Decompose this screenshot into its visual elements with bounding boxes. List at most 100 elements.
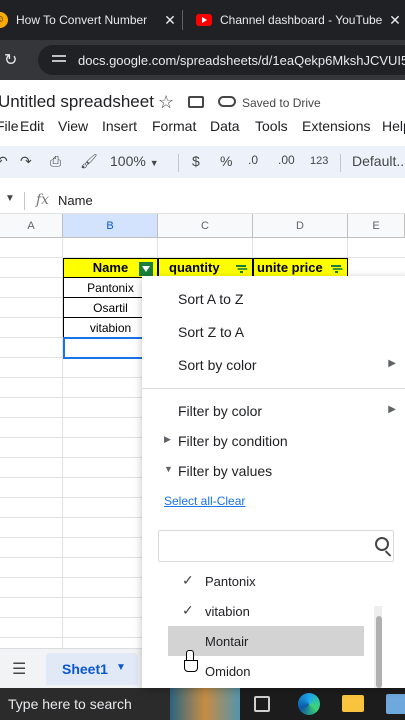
menu-sort-z-to-a[interactable]: Sort Z to A — [142, 317, 405, 347]
print-icon[interactable]: ⎙ — [50, 153, 61, 170]
decrease-decimal-button[interactable]: .0 — [248, 153, 258, 167]
sheet-tab-label: Sheet1 — [62, 661, 108, 677]
submenu-arrow-icon: ▶ — [388, 358, 396, 369]
tab-title: Channel dashboard - YouTube Studio — [220, 13, 385, 27]
menu-edit[interactable]: Edit — [20, 118, 44, 134]
close-tab-icon[interactable]: ✕ — [160, 12, 180, 29]
star-icon[interactable]: ☆ — [158, 92, 174, 113]
toolbar-separator — [340, 154, 341, 172]
menu-label: Filter by color — [178, 403, 263, 419]
browser-tab-convert-number[interactable]: ☺ How To Convert Number ✕ — [0, 0, 180, 40]
header-cell-name[interactable]: Name — [63, 258, 158, 278]
caret-right-icon: ▶ — [164, 434, 171, 444]
clear-link[interactable]: Clear — [217, 494, 246, 508]
tab-title: How To Convert Number — [16, 13, 148, 27]
search-highlight-image — [170, 688, 240, 720]
menu-file[interactable]: File — [0, 118, 19, 134]
redo-icon[interactable]: ↷ — [20, 153, 32, 170]
menu-sort-a-to-z[interactable]: Sort A to Z — [142, 284, 405, 314]
sheet-tab-sheet1[interactable]: Sheet1 ▼ — [46, 653, 138, 685]
menu-label: Sort A to Z — [178, 291, 244, 307]
menu-view[interactable]: View — [58, 118, 88, 134]
browser-tab-strip: ☺ How To Convert Number ✕ Channel dashbo… — [0, 0, 405, 40]
formula-separator — [24, 192, 25, 210]
menu-extensions[interactable]: Extensions — [302, 118, 370, 134]
filter-value-label: Omidon — [205, 664, 251, 679]
hand-cursor-icon — [184, 650, 198, 672]
checkmark-icon: ✓ — [182, 572, 194, 588]
search-icon — [375, 537, 389, 551]
emoji-favicon-icon: ☺ — [0, 12, 8, 28]
screen: ☺ How To Convert Number ✕ Channel dashbo… — [0, 0, 405, 720]
taskbar-search-placeholder: Type here to search — [8, 696, 132, 712]
menu-insert[interactable]: Insert — [102, 118, 137, 134]
edge-browser-icon[interactable] — [298, 693, 320, 715]
move-folder-icon[interactable] — [188, 96, 204, 108]
font-select[interactable]: Default... — [352, 153, 405, 169]
column-header-c[interactable]: C — [158, 214, 253, 238]
filter-icon[interactable] — [236, 265, 246, 273]
currency-format-button[interactable]: $ — [192, 153, 200, 169]
document-title[interactable]: Untitled spreadsheet — [0, 92, 154, 112]
menu-label: Filter by condition — [178, 433, 288, 449]
filter-value-item[interactable]: ✓ Pantonix — [168, 566, 364, 596]
menu-tools[interactable]: Tools — [255, 118, 288, 134]
menu-divider — [142, 388, 405, 389]
url-text: docs.google.com/spreadsheets/d/1eaQekp6M… — [78, 52, 405, 68]
formula-input[interactable]: Name — [58, 193, 93, 208]
menu-sort-by-color[interactable]: Sort by color ▶ — [142, 350, 405, 380]
number-format-button[interactable]: 123 — [310, 155, 328, 167]
scrollbar-thumb[interactable] — [376, 616, 382, 688]
file-explorer-icon[interactable] — [342, 695, 364, 712]
column-header-e[interactable]: E — [348, 214, 405, 238]
menu-data[interactable]: Data — [210, 118, 240, 134]
increase-decimal-button[interactable]: .00 — [278, 153, 295, 167]
menu-filter-by-values[interactable]: ▼ Filter by values — [142, 456, 405, 486]
menu-help[interactable]: Help — [382, 118, 405, 134]
pinned-app-icon[interactable] — [386, 694, 405, 714]
reload-icon[interactable]: ↻ — [4, 50, 17, 70]
toolbar: ↶ ↷ ⎙ 🖌 100% ▼ $ % .0 .00 123 Default... — [0, 146, 405, 178]
close-tab-icon[interactable]: ✕ — [385, 12, 405, 29]
cloud-icon — [218, 96, 236, 107]
header-cell-quantity[interactable]: quantity — [158, 258, 253, 278]
tab-separator — [182, 10, 183, 30]
menu-format[interactable]: Format — [152, 118, 196, 134]
select-clear-links: Select all-Clear — [164, 494, 245, 508]
task-view-icon[interactable] — [254, 696, 270, 712]
filter-search-input[interactable] — [158, 530, 394, 562]
menu-bar: File Edit View Insert Format Data Tools … — [0, 116, 405, 136]
chevron-down-icon: ▼ — [149, 158, 159, 168]
formula-bar: ▼ fx Name — [0, 188, 405, 214]
select-all-link[interactable]: Select all — [164, 494, 213, 508]
header-cell-unit-price[interactable]: unite price — [253, 258, 348, 278]
address-bar: ↻ docs.google.com/spreadsheets/d/1eaQekp… — [0, 40, 405, 80]
site-info-icon[interactable] — [52, 53, 66, 67]
filter-value-item[interactable]: ✓ vitabion — [168, 596, 364, 626]
all-sheets-icon[interactable]: ☰ — [12, 659, 26, 679]
header-name-label: Name — [92, 260, 129, 275]
column-header-b[interactable]: B — [63, 214, 158, 238]
column-header-d[interactable]: D — [253, 214, 348, 238]
filter-active-icon[interactable] — [139, 262, 153, 276]
caret-down-icon: ▼ — [164, 464, 173, 474]
column-header-a[interactable]: A — [0, 214, 63, 238]
filter-dropdown-menu: Sort A to Z Sort Z to A Sort by color ▶ … — [142, 276, 405, 688]
paint-format-icon[interactable]: 🖌 — [80, 153, 98, 170]
menu-label: Filter by values — [178, 463, 273, 479]
url-field[interactable]: docs.google.com/spreadsheets/d/1eaQekp6M… — [38, 45, 405, 75]
browser-tab-youtube-studio[interactable]: Channel dashboard - YouTube Studio ✕ — [186, 0, 405, 40]
filter-icon[interactable] — [331, 265, 341, 273]
zoom-value: 100% — [110, 153, 146, 169]
percent-format-button[interactable]: % — [220, 153, 232, 169]
fx-icon: fx — [36, 192, 50, 208]
filter-value-label: Pantonix — [205, 574, 256, 589]
undo-icon[interactable]: ↶ — [0, 153, 8, 170]
menu-filter-by-color[interactable]: Filter by color ▶ — [142, 396, 405, 426]
header-unit-price-label: unite price — [257, 260, 323, 275]
zoom-select[interactable]: 100% ▼ — [110, 153, 159, 169]
saved-status: Saved to Drive — [242, 96, 321, 110]
menu-filter-by-condition[interactable]: ▶ Filter by condition — [142, 426, 405, 456]
chevron-down-icon[interactable]: ▼ — [116, 662, 126, 673]
chevron-down-icon[interactable]: ▼ — [5, 193, 15, 204]
